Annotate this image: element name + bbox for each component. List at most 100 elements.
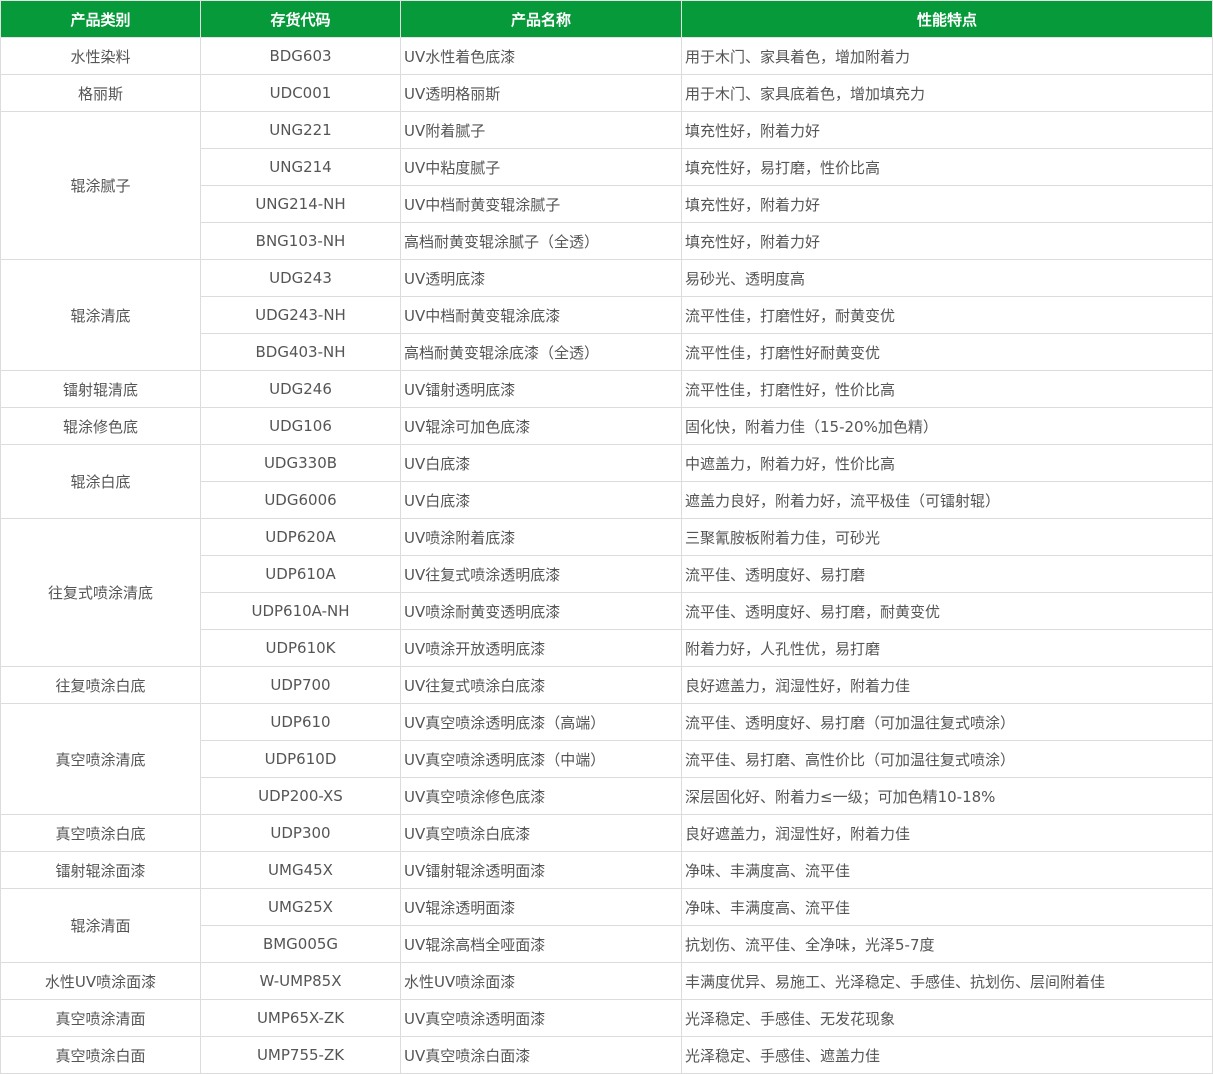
code-cell: UNG214-NH <box>200 185 401 223</box>
table-row: 往复式喷涂清底 UDP620A UV喷涂附着底漆 三聚氰胺板附着力佳，可砂光 <box>0 518 1213 667</box>
name-cell: UV透明格丽斯 <box>400 74 682 112</box>
feature-cell: 中遮盖力，附着力好，性价比高 <box>681 444 1213 482</box>
table-row: 真空喷涂白面 UMP755-ZK UV真空喷涂白面漆 光泽稳定、手感佳、遮盖力佳 <box>0 1036 1213 1074</box>
product-table: 产品类别 存货代码 产品名称 性能特点 水性染料 BDG603 UV水性着色底漆 用于… <box>0 0 1213 1074</box>
feature-cell: 三聚氰胺板附着力佳，可砂光 <box>681 518 1213 556</box>
feature-cell: 流平性佳，打磨性好耐黄变优 <box>681 333 1213 371</box>
feature-cell: 遮盖力良好，附着力好，流平极佳（可镭射辊） <box>681 481 1213 519</box>
name-cell: UV辊涂高档全哑面漆 <box>400 925 682 963</box>
category-cell: 水性染料 <box>0 37 201 75</box>
header-name: 产品名称 <box>400 0 682 38</box>
name-cell: UV白底漆 <box>400 481 682 519</box>
code-cell: UDG243-NH <box>200 296 401 334</box>
feature-cell: 良好遮盖力，润湿性好，附着力佳 <box>681 814 1213 852</box>
code-cell: UDP610A <box>200 555 401 593</box>
feature-cell: 光泽稳定、手感佳、无发花现象 <box>681 999 1213 1037</box>
code-cell: UNG214 <box>200 148 401 186</box>
category-cell: 辊涂清底 <box>0 259 201 371</box>
feature-cell: 净味、丰满度高、流平佳 <box>681 851 1213 889</box>
header-feature: 性能特点 <box>681 0 1213 38</box>
code-cell: UDG106 <box>200 407 401 445</box>
table-row: 往复喷涂白底 UDP700 UV往复式喷涂白底漆 良好遮盖力，润湿性好，附着力佳 <box>0 666 1213 704</box>
header-code: 存货代码 <box>200 0 401 38</box>
category-cell: 辊涂修色底 <box>0 407 201 445</box>
code-cell: UDP620A <box>200 518 401 556</box>
name-cell: UV辊涂透明面漆 <box>400 888 682 926</box>
feature-cell: 流平佳、透明度好、易打磨（可加温往复式喷涂） <box>681 703 1213 741</box>
code-cell: UDP610D <box>200 740 401 778</box>
category-cell: 辊涂清面 <box>0 888 201 963</box>
name-cell: UV中档耐黄变辊涂底漆 <box>400 296 682 334</box>
category-cell: 真空喷涂清底 <box>0 703 201 815</box>
category-cell: 往复喷涂白底 <box>0 666 201 704</box>
feature-cell: 固化快，附着力佳（15-20%加色精） <box>681 407 1213 445</box>
table-row: 水性染料 BDG603 UV水性着色底漆 用于木门、家具着色，增加附着力 <box>0 37 1213 75</box>
code-cell: UMG45X <box>200 851 401 889</box>
name-cell: UV喷涂耐黄变透明底漆 <box>400 592 682 630</box>
name-cell: UV真空喷涂白底漆 <box>400 814 682 852</box>
feature-cell: 填充性好，附着力好 <box>681 111 1213 149</box>
table-row: 辊涂修色底 UDG106 UV辊涂可加色底漆 固化快，附着力佳（15-20%加色精） <box>0 407 1213 445</box>
code-cell: UDG246 <box>200 370 401 408</box>
name-cell: UV镭射透明底漆 <box>400 370 682 408</box>
name-cell: UV水性着色底漆 <box>400 37 682 75</box>
name-cell: UV往复式喷涂透明底漆 <box>400 555 682 593</box>
code-cell: UDP700 <box>200 666 401 704</box>
table-row: 真空喷涂清面 UMP65X-ZK UV真空喷涂透明面漆 光泽稳定、手感佳、无发花现象 <box>0 999 1213 1037</box>
table-body: 水性染料 BDG603 UV水性着色底漆 用于木门、家具着色，增加附着力 格丽斯 UDC0… <box>0 37 1213 1074</box>
feature-cell: 用于木门、家具底着色，增加填充力 <box>681 74 1213 112</box>
code-cell: UDP610K <box>200 629 401 667</box>
category-cell: 镭射辊涂面漆 <box>0 851 201 889</box>
category-cell: 辊涂白底 <box>0 444 201 519</box>
feature-cell: 填充性好，附着力好 <box>681 185 1213 223</box>
name-cell: UV真空喷涂修色底漆 <box>400 777 682 815</box>
name-cell: UV真空喷涂透明面漆 <box>400 999 682 1037</box>
feature-cell: 光泽稳定、手感佳、遮盖力佳 <box>681 1036 1213 1074</box>
code-cell: UMP65X-ZK <box>200 999 401 1037</box>
code-cell: UDP610A-NH <box>200 592 401 630</box>
code-cell: UDG330B <box>200 444 401 482</box>
feature-cell: 流平佳、透明度好、易打磨 <box>681 555 1213 593</box>
name-cell: UV透明底漆 <box>400 259 682 297</box>
code-cell: UDP200-XS <box>200 777 401 815</box>
name-cell: UV往复式喷涂白底漆 <box>400 666 682 704</box>
name-cell: UV真空喷涂透明底漆（高端） <box>400 703 682 741</box>
table-row: 水性UV喷涂面漆 W-UMP85X 水性UV喷涂面漆 丰满度优异、易施工、光泽稳定、手… <box>0 962 1213 1000</box>
feature-cell: 净味、丰满度高、流平佳 <box>681 888 1213 926</box>
code-cell: BDG403-NH <box>200 333 401 371</box>
code-cell: BMG005G <box>200 925 401 963</box>
name-cell: UV白底漆 <box>400 444 682 482</box>
feature-cell: 良好遮盖力，润湿性好，附着力佳 <box>681 666 1213 704</box>
category-cell: 镭射辊清底 <box>0 370 201 408</box>
code-cell: BDG603 <box>200 37 401 75</box>
table-row: 镭射辊清底 UDG246 UV镭射透明底漆 流平性佳，打磨性好，性价比高 <box>0 370 1213 408</box>
name-cell: 高档耐黄变辊涂底漆（全透） <box>400 333 682 371</box>
name-cell: UV镭射辊涂透明面漆 <box>400 851 682 889</box>
table-row: 格丽斯 UDC001 UV透明格丽斯 用于木门、家具底着色，增加填充力 <box>0 74 1213 112</box>
name-cell: UV中粘度腻子 <box>400 148 682 186</box>
category-cell: 水性UV喷涂面漆 <box>0 962 201 1000</box>
category-cell: 真空喷涂白底 <box>0 814 201 852</box>
name-cell: UV真空喷涂白面漆 <box>400 1036 682 1074</box>
name-cell: 水性UV喷涂面漆 <box>400 962 682 1000</box>
name-cell: UV中档耐黄变辊涂腻子 <box>400 185 682 223</box>
name-cell: UV喷涂开放透明底漆 <box>400 629 682 667</box>
table-row: 辊涂清底 UDG243 UV透明底漆 易砂光、透明度高 <box>0 259 1213 371</box>
category-cell: 格丽斯 <box>0 74 201 112</box>
code-cell: UMG25X <box>200 888 401 926</box>
code-cell: UMP755-ZK <box>200 1036 401 1074</box>
feature-cell: 附着力好，人孔性优，易打磨 <box>681 629 1213 667</box>
table-row: 真空喷涂白底 UDP300 UV真空喷涂白底漆 良好遮盖力，润湿性好，附着力佳 <box>0 814 1213 852</box>
table-row: 辊涂清面 UMG25X UV辊涂透明面漆 净味、丰满度高、流平佳 <box>0 888 1213 963</box>
feature-cell: 流平性佳，打磨性好，耐黄变优 <box>681 296 1213 334</box>
table-row: 镭射辊涂面漆 UMG45X UV镭射辊涂透明面漆 净味、丰满度高、流平佳 <box>0 851 1213 889</box>
feature-cell: 流平佳、易打磨、高性价比（可加温往复式喷涂） <box>681 740 1213 778</box>
feature-cell: 易砂光、透明度高 <box>681 259 1213 297</box>
category-cell: 往复式喷涂清底 <box>0 518 201 667</box>
code-cell: UNG221 <box>200 111 401 149</box>
name-cell: UV辊涂可加色底漆 <box>400 407 682 445</box>
code-cell: UDG6006 <box>200 481 401 519</box>
table-row: 真空喷涂清底 UDP610 UV真空喷涂透明底漆（高端） 流平佳、透明度好、易打磨（可… <box>0 703 1213 815</box>
header-category: 产品类别 <box>0 0 201 38</box>
code-cell: UDG243 <box>200 259 401 297</box>
